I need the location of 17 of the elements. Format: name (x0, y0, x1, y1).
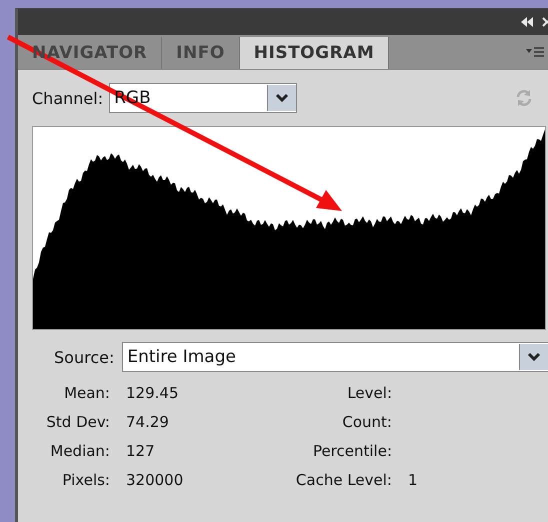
stat-label: Level: (346, 384, 392, 402)
source-label: Source: (54, 348, 114, 366)
stat-label: Cache Level: (294, 471, 392, 489)
stat-value: 74.29 (126, 413, 170, 431)
stat-label: Percentile: (312, 442, 392, 460)
stat-label: Mean: (63, 384, 110, 402)
stat-value: 127 (126, 442, 156, 460)
channel-label: Channel: (32, 88, 104, 108)
panel-tab[interactable]: HISTOGRAM (240, 37, 390, 69)
stat-value: 1 (408, 471, 419, 489)
stat-value: 129.45 (126, 384, 180, 402)
stat-label: Count: (341, 413, 392, 431)
stat-label: Median: (49, 442, 110, 460)
stat-value: 320000 (126, 471, 184, 489)
stat-label: Pixels: (61, 471, 110, 489)
source-dropdown[interactable]: Entire Image (122, 342, 548, 372)
stat-label: Std Dev: (45, 413, 110, 431)
